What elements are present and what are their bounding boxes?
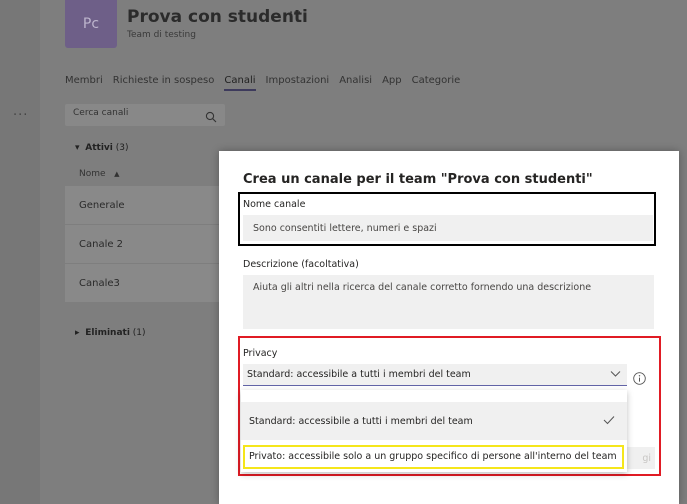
info-icon[interactable] [633,370,646,389]
tab-richieste[interactable]: Richieste in sospeso [113,75,215,91]
privacy-selected-value: Standard: accessibile a tutti i membri d… [247,369,471,380]
tab-membri[interactable]: Membri [65,75,103,91]
active-section-header[interactable]: ▾ Attivi (3) [75,143,129,153]
active-section-count: (3) [115,143,129,153]
more-apps-icon[interactable]: ··· [13,108,28,123]
tab-categorie[interactable]: Categorie [412,75,461,91]
name-column-label: Nome [79,169,106,179]
option-label: Standard: accessibile a tutti i membri d… [249,415,473,427]
channel-list: Generale Canale 2 Canale3 [65,186,220,303]
tab-impostazioni[interactable]: Impostazioni [266,75,330,91]
channel-name: Canale 2 [79,238,124,250]
team-subtitle: Team di testing [127,30,196,40]
team-more-icon[interactable]: ··· [289,6,301,21]
deleted-section-header[interactable]: ▸ Eliminati (1) [75,328,146,338]
description-input[interactable] [243,275,654,329]
description-label: Descrizione (facoltativa) [243,259,359,270]
channel-name-label: Nome canale [243,199,306,210]
private-option-highlight [243,445,624,469]
tab-app[interactable]: App [382,75,402,91]
channel-search [65,104,225,126]
channel-name-input[interactable] [243,215,653,241]
tab-analisi[interactable]: Analisi [339,75,372,91]
channel-search-input[interactable] [73,108,198,118]
caret-right-icon: ▸ [75,328,80,338]
add-button[interactable]: gi [625,447,655,469]
name-column-header[interactable]: Nome ▲ [79,169,120,179]
sort-arrow-icon: ▲ [114,170,120,178]
caret-down-icon: ▾ [75,143,80,153]
privacy-option-standard[interactable]: Standard: accessibile a tutti i membri d… [241,402,627,440]
search-icon[interactable] [205,108,217,127]
app-rail: ··· [0,0,40,504]
privacy-select[interactable]: Standard: accessibile a tutti i membri d… [243,364,627,386]
channel-name: Canale3 [79,277,120,289]
team-tabs: Membri Richieste in sospeso Canali Impos… [65,75,470,91]
tab-canali[interactable]: Canali [224,75,256,91]
deleted-section-count: (1) [132,328,146,338]
create-channel-dialog: Crea un canale per il team "Prova con st… [219,151,679,504]
channel-name: Generale [79,199,125,211]
dialog-title: Crea un canale per il team "Prova con st… [243,172,593,187]
deleted-section-label: Eliminati [85,328,130,338]
channel-row[interactable]: Canale3 [65,264,220,302]
privacy-label: Privacy [243,348,278,359]
team-avatar: Pc [65,0,117,48]
channel-row[interactable]: Canale 2 [65,225,220,263]
channel-row[interactable]: Generale [65,186,220,224]
active-section-label: Attivi [85,143,113,153]
chevron-down-icon [610,370,621,381]
team-name: Prova con studenti [127,7,308,27]
checkmark-icon [603,415,615,428]
